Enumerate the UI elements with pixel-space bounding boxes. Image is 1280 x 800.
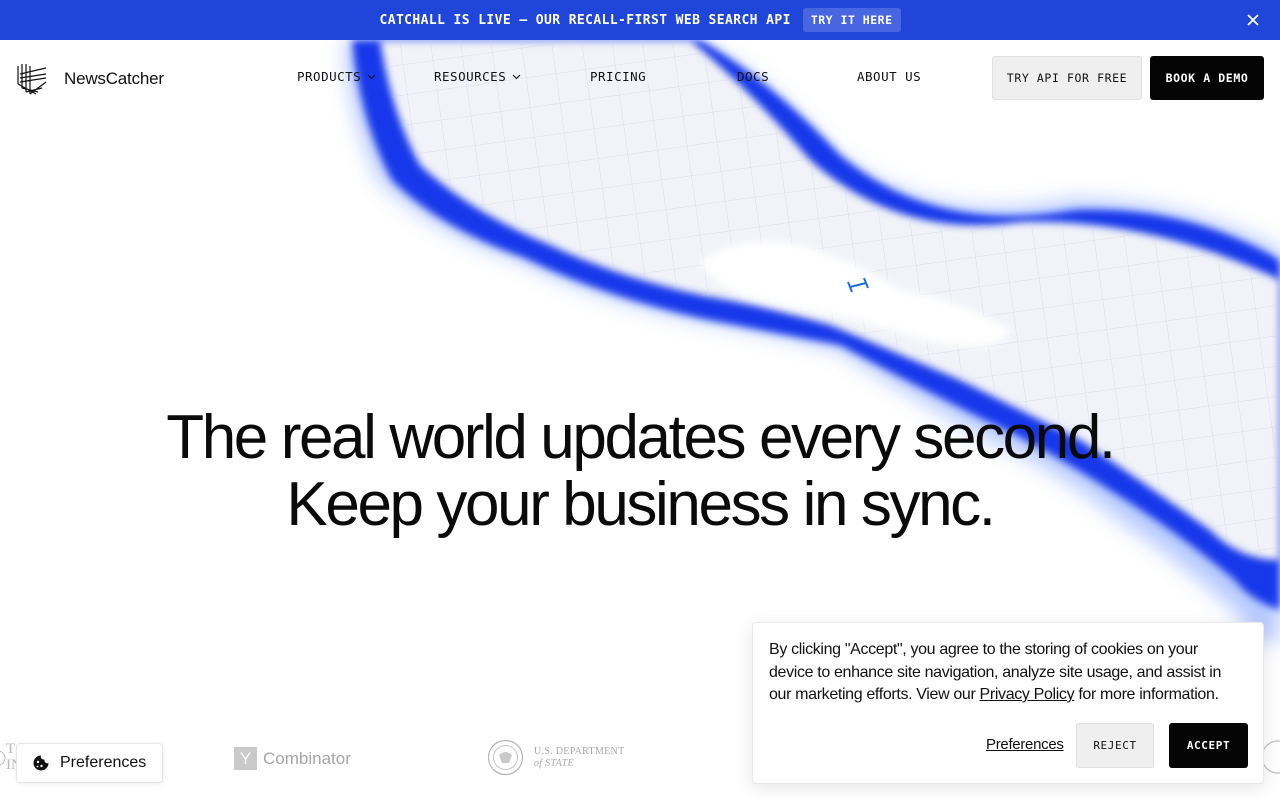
cookie-message: By clicking "Accept", you agree to the s… xyxy=(769,639,1245,707)
nav-docs-label: DOCS xyxy=(737,69,770,84)
reject-cookies-button[interactable]: REJECT xyxy=(1076,723,1154,768)
try-it-here-button[interactable]: TRY IT HERE xyxy=(802,8,901,32)
nav-products-label: PRODUCTS xyxy=(297,69,362,84)
hero-headline-line2: Keep your business in sync. xyxy=(286,470,996,539)
chevron-down-icon xyxy=(512,74,521,79)
cookie-preferences-pill[interactable]: Preferences xyxy=(16,743,163,783)
newscatcher-logo-icon xyxy=(17,64,47,95)
cookie-preferences-link[interactable]: Preferences xyxy=(986,736,1064,753)
cookie-preferences-pill-label: Preferences xyxy=(60,754,147,771)
brand-name: NewsCatcher xyxy=(64,69,164,88)
nav-about-us-label: ABOUT US xyxy=(857,69,922,84)
nav-pricing-label: PRICING xyxy=(590,69,647,84)
state-line2: of STATE xyxy=(534,757,574,769)
state-seal-icon xyxy=(487,739,524,776)
nav-resources-label: RESOURCES xyxy=(434,69,507,84)
nav-pricing[interactable]: PRICING xyxy=(590,69,646,84)
nav-docs[interactable]: DOCS xyxy=(737,69,769,84)
hero-headline: The real world updates every second. Kee… xyxy=(0,404,1280,538)
close-icon[interactable] xyxy=(1244,11,1262,29)
nav-resources[interactable]: RESOURCES xyxy=(434,69,521,84)
nav-products[interactable]: PRODUCTS xyxy=(297,69,376,84)
y-combinator-logo: Y Combinator xyxy=(234,747,351,770)
try-api-button[interactable]: TRY API FOR FREE xyxy=(992,56,1142,100)
privacy-policy-link[interactable]: Privacy Policy xyxy=(980,686,1075,703)
chevron-down-icon xyxy=(367,74,376,79)
state-line1: U.S. DEPARTMENT xyxy=(534,745,625,757)
site-header: NewsCatcher PRODUCTS RESOURCES PRICING D… xyxy=(0,40,1280,116)
yc-name: Combinator xyxy=(263,748,351,768)
nav-about-us[interactable]: ABOUT US xyxy=(857,69,921,84)
cookie-consent-banner: By clicking "Accept", you agree to the s… xyxy=(752,622,1264,784)
us-department-of-state-logo: U.S. DEPARTMENT of STATE xyxy=(487,739,625,776)
yc-mark: Y xyxy=(234,747,257,770)
brand-logo[interactable]: NewsCatcher xyxy=(16,62,164,96)
book-demo-button[interactable]: BOOK A DEMO xyxy=(1150,56,1264,100)
cookie-message-suffix: for more information. xyxy=(1074,686,1219,703)
hero-headline-line1: The real world updates every second. xyxy=(166,403,1116,472)
cookie-icon xyxy=(33,755,49,771)
announcement-bar: CATCHALL IS LIVE — OUR RECALL-FIRST WEB … xyxy=(0,0,1280,40)
accept-cookies-button[interactable]: ACCEPT xyxy=(1169,723,1248,768)
announcement-text: CATCHALL IS LIVE — OUR RECALL-FIRST WEB … xyxy=(379,12,791,28)
